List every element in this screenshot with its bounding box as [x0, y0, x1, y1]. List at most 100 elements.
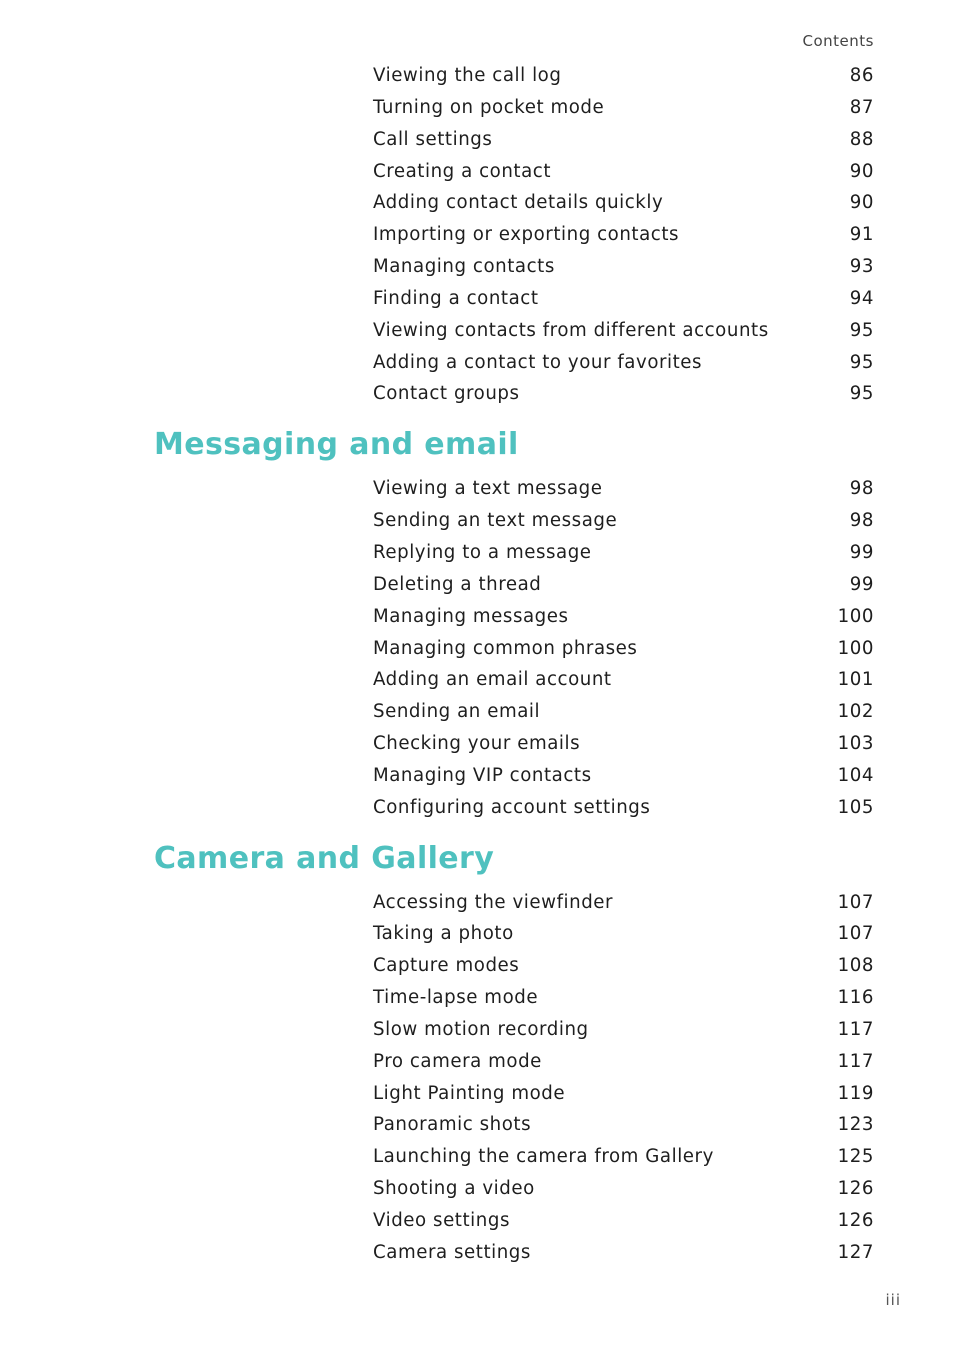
toc-entry[interactable]: Call settings 88 — [373, 124, 874, 156]
toc-entry-title: Shooting a video — [373, 1178, 535, 1200]
toc-entry-title: Contact groups — [373, 383, 520, 405]
toc-entry-page: 107 — [837, 923, 874, 945]
toc-entry-title: Accessing the viewfinder — [373, 891, 614, 913]
toc-entry-page: 103 — [837, 733, 874, 755]
toc-entry-page: 95 — [849, 319, 874, 341]
toc-entry-page: 88 — [849, 128, 874, 150]
toc-entry-page: 95 — [849, 351, 874, 373]
toc-entry-page: 90 — [849, 192, 874, 214]
toc-entry-title: Time-lapse mode — [373, 987, 539, 1009]
toc-entry[interactable]: Turning on pocket mode 87 — [373, 92, 874, 124]
toc-entry-title: Configuring account settings — [373, 796, 651, 818]
toc-entry-title: Creating a contact — [373, 160, 552, 182]
section-heading-messaging[interactable]: Messaging and email — [154, 427, 954, 463]
table-of-contents: Viewing the call log 86 Turning on pocket… — [0, 60, 954, 1269]
toc-entry-title: Sending an text message — [373, 510, 618, 532]
toc-entry[interactable]: Deleting a thread 99 — [373, 569, 874, 601]
toc-entry-page: 102 — [837, 701, 874, 723]
toc-entry-page: 94 — [849, 287, 874, 309]
page-number: iii — [885, 1291, 901, 1309]
toc-entry-title: Checking your emails — [373, 733, 581, 755]
toc-entry-page: 126 — [837, 1210, 874, 1231]
toc-entry-page: 93 — [849, 256, 874, 278]
toc-entry[interactable]: Sending an email 102 — [373, 696, 874, 728]
toc-entry[interactable]: Capture modes 108 — [373, 950, 874, 982]
toc-entry[interactable]: Panoramic shots 123 — [373, 1109, 874, 1141]
toc-entry[interactable]: Managing common phrases 100 — [373, 633, 874, 665]
toc-entry[interactable]: Creating a contact 90 — [373, 156, 874, 188]
toc-entry[interactable]: Adding a contact to your favorites 95 — [373, 347, 874, 379]
toc-entry-title: Viewing a text message — [373, 478, 603, 500]
toc-entry-page: 117 — [837, 1018, 874, 1040]
toc-entry[interactable]: Configuring account settings 105 — [373, 792, 874, 824]
toc-entry-title: Managing contacts — [373, 256, 555, 278]
toc-entry-page: 116 — [837, 987, 874, 1009]
toc-entry[interactable]: Finding a contact 94 — [373, 283, 874, 315]
toc-entry[interactable]: Viewing contacts from different accounts… — [373, 315, 874, 347]
toc-entry[interactable]: Contact groups 95 — [373, 378, 874, 410]
toc-entry[interactable]: Shooting a video 126 — [373, 1173, 874, 1205]
toc-entry-page: 105 — [837, 796, 874, 818]
toc-entry[interactable]: Light Painting mode 119 — [373, 1078, 874, 1110]
toc-entry-page: 119 — [837, 1082, 874, 1104]
messaging-entries: Viewing a text message 98 Sending an text… — [0, 473, 954, 823]
toc-entry-page: 99 — [849, 573, 874, 595]
toc-entry[interactable]: Sending an text message 98 — [373, 505, 874, 537]
toc-entry[interactable]: Adding an email account 101 — [373, 664, 874, 696]
toc-entry-title: Adding contact details quickly — [373, 192, 664, 214]
toc-entry[interactable]: Managing contacts 93 — [373, 251, 874, 283]
toc-entry-page: 87 — [849, 96, 874, 118]
toc-entry-page: 98 — [849, 510, 874, 532]
toc-entry-title: Light Painting mode — [373, 1082, 566, 1104]
toc-entry-title: Managing VIP contacts — [373, 764, 592, 786]
toc-entry-page: 108 — [837, 955, 874, 977]
toc-entry-page: 101 — [837, 669, 874, 691]
toc-entry[interactable]: Managing VIP contacts 104 — [373, 760, 874, 792]
camera-entries: Accessing the viewfinder 107 Taking a pho… — [0, 887, 954, 1269]
toc-entry-title: Viewing the call log — [373, 65, 562, 86]
toc-entry[interactable]: Accessing the viewfinder 107 — [373, 887, 874, 919]
section-heading-camera[interactable]: Camera and Gallery — [154, 841, 954, 877]
toc-entry-title: Camera settings — [373, 1241, 531, 1263]
toc-entry[interactable]: Adding contact details quickly 90 — [373, 187, 874, 219]
contacts-entries: Viewing the call log 86 Turning on pocket… — [0, 60, 954, 410]
toc-entry[interactable]: Launching the camera from Gallery 125 — [373, 1141, 874, 1173]
toc-entry-title: Finding a contact — [373, 287, 539, 309]
toc-entry-page: 127 — [837, 1241, 874, 1263]
toc-entry-page: 123 — [837, 1114, 874, 1136]
toc-entry-page: 107 — [837, 891, 874, 913]
toc-entry-page: 86 — [849, 65, 874, 86]
toc-entry-title: Sending an email — [373, 701, 541, 723]
toc-entry[interactable]: Managing messages 100 — [373, 601, 874, 633]
toc-entry-title: Launching the camera from Gallery — [373, 1146, 714, 1168]
toc-entry-title: Managing common phrases — [373, 637, 638, 659]
toc-entry-title: Turning on pocket mode — [373, 96, 605, 118]
toc-entry-title: Taking a photo — [373, 923, 514, 945]
toc-entry-title: Viewing contacts from different accounts — [373, 319, 769, 341]
toc-entry[interactable]: Slow motion recording 117 — [373, 1014, 874, 1046]
toc-entry-page: 90 — [849, 160, 874, 182]
running-header: Contents — [802, 32, 874, 50]
toc-entry-page: 99 — [849, 541, 874, 563]
toc-entry-title: Adding a contact to your favorites — [373, 351, 703, 373]
toc-entry[interactable]: Checking your emails 103 — [373, 728, 874, 760]
toc-entry-page: 104 — [837, 764, 874, 786]
toc-entry[interactable]: Taking a photo 107 — [373, 918, 874, 950]
toc-entry-title: Pro camera mode — [373, 1050, 542, 1072]
toc-entry-page: 125 — [837, 1146, 874, 1168]
toc-entry[interactable]: Video settings 126 — [373, 1205, 874, 1237]
toc-entry[interactable]: Viewing the call log 86 — [373, 60, 874, 92]
toc-entry[interactable]: Replying to a message 99 — [373, 537, 874, 569]
toc-entry-page: 100 — [837, 637, 874, 659]
toc-entry[interactable]: Time-lapse mode 116 — [373, 982, 874, 1014]
toc-entry-page: 126 — [837, 1178, 874, 1200]
toc-entry[interactable]: Camera settings 127 — [373, 1237, 874, 1269]
toc-entry-title: Video settings — [373, 1210, 510, 1231]
toc-entry-title: Importing or exporting contacts — [373, 224, 680, 246]
toc-entry-page: 91 — [849, 224, 874, 246]
toc-entry[interactable]: Importing or exporting contacts 91 — [373, 219, 874, 251]
toc-entry[interactable]: Pro camera mode 117 — [373, 1046, 874, 1078]
toc-entry-title: Managing messages — [373, 605, 569, 627]
toc-entry-page: 95 — [849, 383, 874, 405]
toc-entry[interactable]: Viewing a text message 98 — [373, 473, 874, 505]
